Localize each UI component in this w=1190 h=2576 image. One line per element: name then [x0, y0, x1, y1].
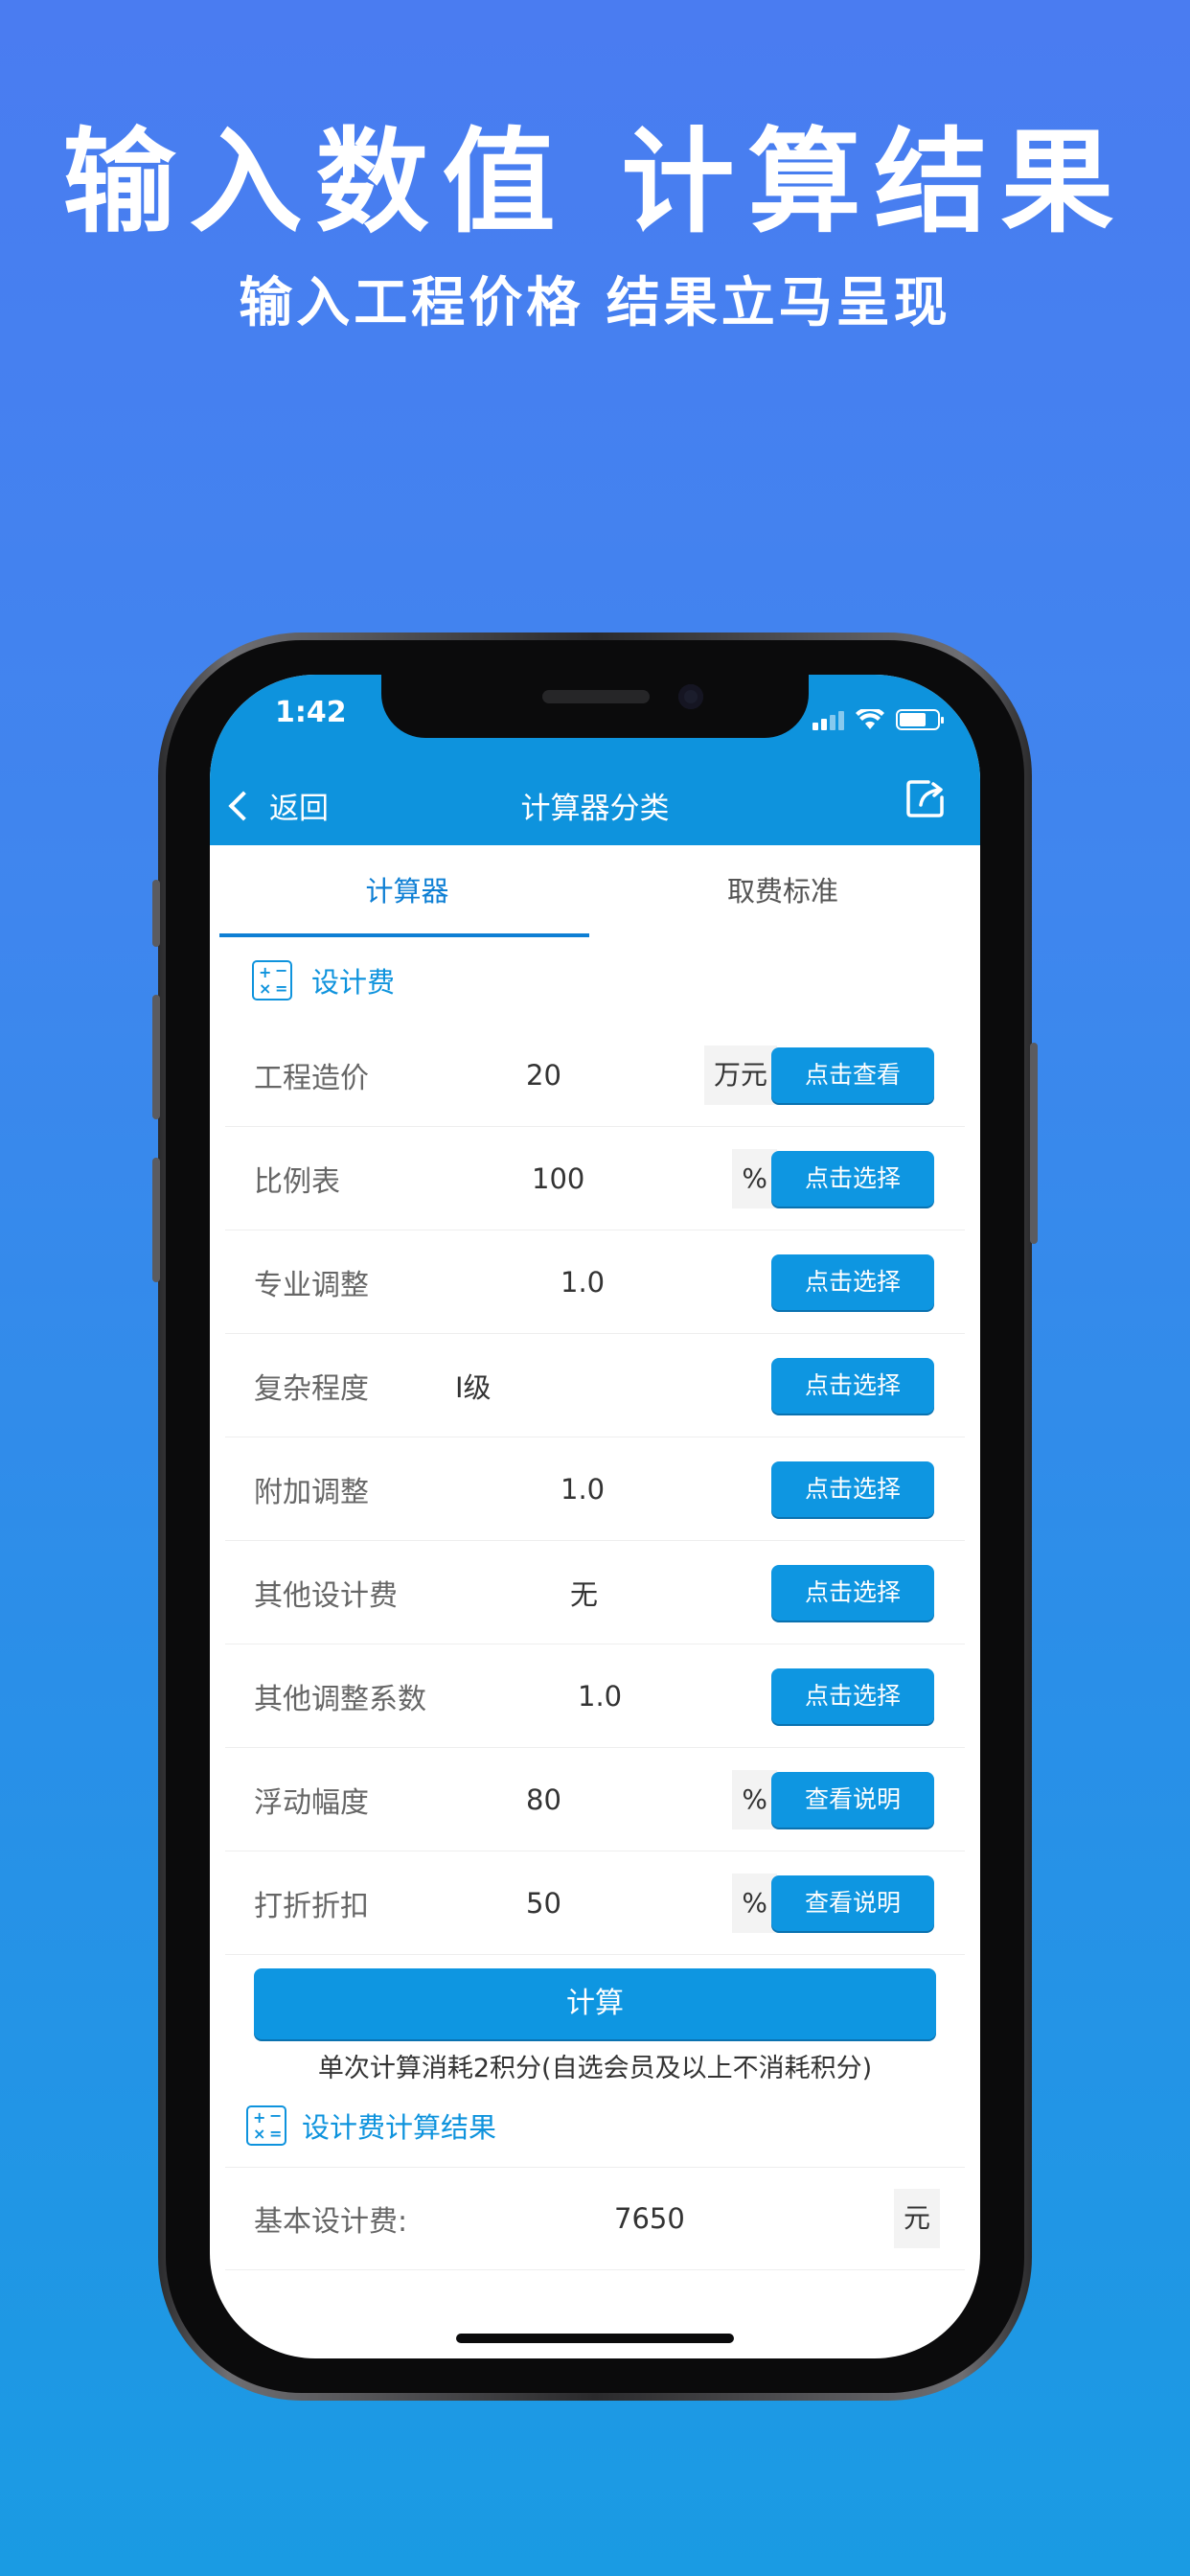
promo-subline: 输入工程价格 结果立马呈现 — [239, 272, 951, 334]
row-label: 工程造价 — [254, 1061, 369, 1095]
row-value[interactable]: 20 — [526, 1059, 561, 1092]
select-button[interactable]: 点击选择 — [771, 1254, 934, 1310]
share-icon[interactable] — [904, 776, 948, 820]
row-label: 其他设计费 — [254, 1578, 398, 1613]
result-list: 基本设计费: 7650 元 — [210, 2167, 980, 2270]
signal-icon — [812, 711, 844, 730]
mute-switch — [152, 880, 160, 947]
calculator-icon: + − × = — [246, 2105, 286, 2146]
select-button[interactable]: 点击选择 — [771, 1357, 934, 1414]
input-list: 工程造价 20 万元 点击查看 比例表 100 % 点击选择 专业调整 1.0 … — [210, 1024, 980, 1955]
input-row: 打折折扣 50 % 查看说明 — [225, 1852, 965, 1955]
tab-bar: 计算器 取费标准 — [219, 845, 971, 937]
camera — [678, 684, 703, 709]
speaker — [542, 690, 650, 703]
input-row: 其他设计费 无 点击选择 — [225, 1541, 965, 1644]
volume-up-button — [152, 995, 160, 1119]
input-row: 浮动幅度 80 % 查看说明 — [225, 1748, 965, 1852]
page-title: 计算器分类 — [520, 792, 670, 826]
row-value: 1.0 — [561, 1472, 606, 1506]
row-label: 浮动幅度 — [254, 1785, 369, 1820]
status-time: 1:42 — [275, 696, 347, 729]
row-value[interactable]: 100 — [532, 1162, 584, 1195]
row-label: 基本设计费: — [254, 2205, 408, 2239]
row-value: 无 — [570, 1577, 599, 1611]
row-label: 复杂程度 — [254, 1371, 369, 1406]
view-button[interactable]: 点击查看 — [771, 1046, 934, 1103]
promo-headline: 输入数值 计算结果 — [62, 116, 1128, 248]
select-button[interactable]: 点击选择 — [771, 1668, 934, 1724]
section-header: + − × = 设计费 — [210, 937, 980, 1024]
section-title: 设计费 — [311, 966, 396, 999]
input-row: 比例表 100 % 点击选择 — [225, 1127, 965, 1230]
select-button[interactable]: 点击选择 — [771, 1460, 934, 1517]
select-button[interactable]: 点击选择 — [771, 1564, 934, 1621]
input-row: 工程造价 20 万元 点击查看 — [225, 1024, 965, 1127]
row-unit: 元 — [893, 2189, 940, 2248]
volume-down-button — [152, 1158, 160, 1282]
tab-underline — [219, 933, 589, 937]
row-label: 专业调整 — [254, 1268, 369, 1302]
calculator-icon: + − × = — [252, 960, 292, 1000]
row-value[interactable]: 80 — [526, 1783, 561, 1816]
row-value[interactable]: 50 — [526, 1887, 561, 1920]
tab-calculator[interactable]: 计算器 — [219, 845, 595, 937]
input-row: 专业调整 1.0 点击选择 — [225, 1230, 965, 1334]
explain-button[interactable]: 查看说明 — [771, 1771, 934, 1828]
calculate-button[interactable]: 计算 — [254, 1968, 936, 2039]
explain-button[interactable]: 查看说明 — [771, 1874, 934, 1931]
battery-icon — [896, 709, 944, 730]
notch — [381, 675, 809, 738]
power-button — [1030, 1043, 1038, 1244]
points-note: 单次计算消耗2积分(自选会员及以上不消耗积分) — [317, 2054, 873, 2083]
input-row: 附加调整 1.0 点击选择 — [225, 1438, 965, 1541]
row-unit: % — [732, 1769, 777, 1829]
row-unit: % — [732, 1873, 777, 1933]
home-indicator — [456, 2334, 734, 2343]
row-unit: 万元 — [703, 1045, 777, 1105]
result-header: + − × = 设计费计算结果 — [210, 2084, 980, 2167]
row-value: 7650 — [614, 2202, 685, 2235]
wifi-icon — [856, 709, 884, 729]
tab-fee-standard[interactable]: 取费标准 — [595, 845, 971, 937]
input-row: 其他调整系数 1.0 点击选择 — [225, 1644, 965, 1748]
row-label: 附加调整 — [254, 1475, 369, 1509]
phone-frame: 1:42 返回 计算器分类 计算器 取费标准 + − × = 设计费 工程造价 … — [152, 632, 1038, 2401]
row-label: 打折折扣 — [254, 1889, 369, 1923]
row-value: 1.0 — [561, 1265, 606, 1299]
input-row: 复杂程度 Ⅰ级 点击选择 — [225, 1334, 965, 1438]
phone-bezel: 1:42 返回 计算器分类 计算器 取费标准 + − × = 设计费 工程造价 … — [152, 640, 1038, 2393]
row-unit: % — [732, 1148, 777, 1208]
row-value: Ⅰ级 — [455, 1370, 492, 1404]
row-value: 1.0 — [578, 1679, 623, 1713]
app-screen: 1:42 返回 计算器分类 计算器 取费标准 + − × = 设计费 工程造价 … — [210, 675, 980, 2358]
row-label: 其他调整系数 — [254, 1682, 426, 1716]
result-row: 基本设计费: 7650 元 — [225, 2167, 965, 2270]
nav-bar: 返回 计算器分类 — [210, 767, 980, 845]
status-icons — [812, 709, 944, 730]
row-label: 比例表 — [254, 1164, 340, 1199]
result-title: 设计费计算结果 — [302, 2111, 497, 2144]
select-button[interactable]: 点击选择 — [771, 1150, 934, 1207]
